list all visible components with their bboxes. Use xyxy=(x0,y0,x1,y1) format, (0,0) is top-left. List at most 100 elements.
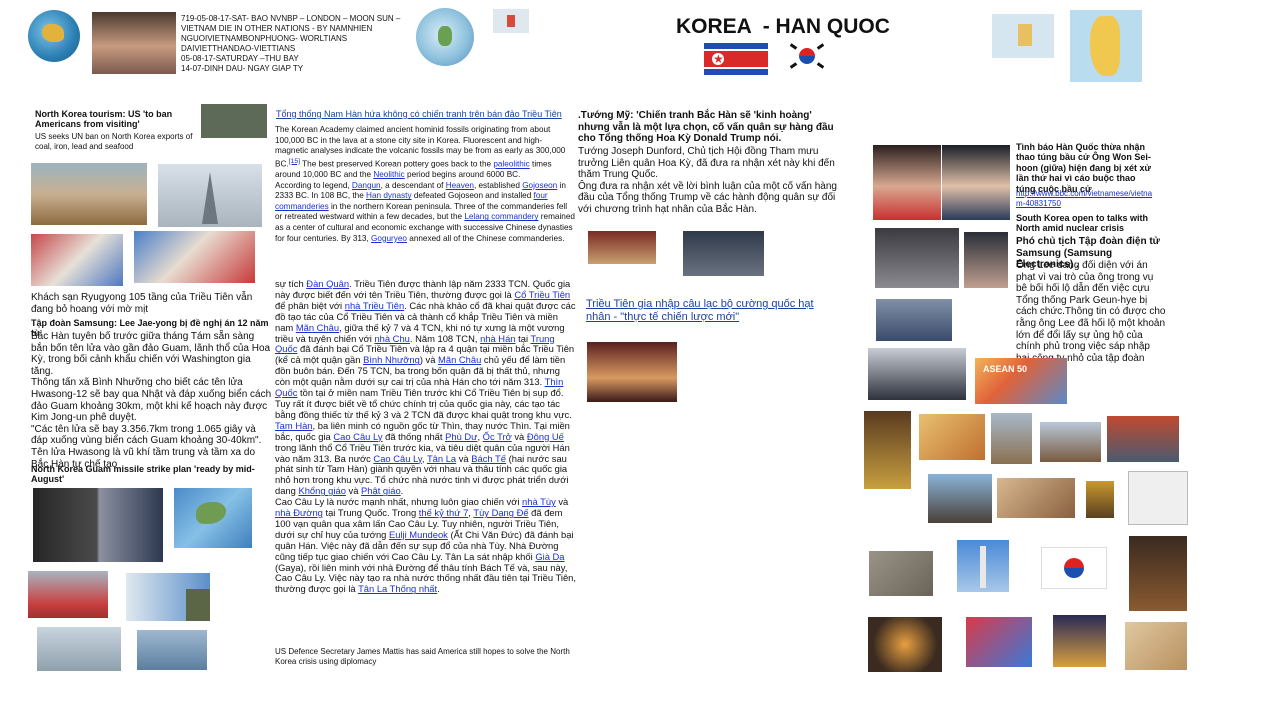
gojoseon-link[interactable]: Gojoseon xyxy=(522,181,557,190)
history-text: để phân biệt với xyxy=(275,299,345,311)
history-text: According to legend, xyxy=(275,180,352,190)
intel-headline: Tình báo Hàn Quốc thừa nhận thao túng bầ… xyxy=(1016,142,1152,194)
north-korea-flag-icon: ★ xyxy=(704,43,768,75)
tuy-dang-de-link[interactable]: Tùy Dạng Đế xyxy=(473,507,528,518)
bach-te-link[interactable]: Bách Tế xyxy=(471,453,506,464)
photo-kim-group xyxy=(201,104,267,138)
history-text: defeated Gojoseon and installed xyxy=(411,191,534,201)
gia-da-link[interactable]: Già Da xyxy=(535,551,564,562)
photo-nk-meeting xyxy=(588,231,656,264)
photo-court xyxy=(876,299,952,341)
meta-line: VIETNAM DIE IN OTHER NATIONS - BY NAMNHI… xyxy=(181,24,373,33)
photo-ryugyong-hotel xyxy=(158,164,262,227)
meta-line: NGUOIVIETNAMBONPHUONG- WORLTIANS xyxy=(181,34,348,43)
gallery-mural xyxy=(997,478,1075,518)
phu-du-link[interactable]: Phù Dư xyxy=(445,431,477,442)
history-text: và xyxy=(555,496,569,508)
photo-oxen-field xyxy=(31,163,147,225)
nha-tuy-link[interactable]: nhà Tùy xyxy=(522,496,556,507)
history-text: . Năm 108 TCN, xyxy=(409,332,481,344)
history-text: annexed all of the Chinese commanderies. xyxy=(407,233,565,243)
globe-logo xyxy=(28,10,80,62)
cao-cau-ly-link[interactable]: Cao Câu Ly xyxy=(373,453,421,464)
photo-carrier xyxy=(137,630,207,670)
goguryeo-link[interactable]: Goguryeo xyxy=(371,234,407,243)
asean-label: ASEAN 50 xyxy=(983,364,1028,374)
oc-tro-link[interactable]: Ốc Trở xyxy=(483,431,512,442)
nk-nuclear-club-link[interactable]: Triều Tiên gia nhập câu lạc bộ cường quố… xyxy=(586,298,836,324)
gallery-city-night xyxy=(1053,615,1106,667)
us-defence-note: US Defence Secretary James Mattis has sa… xyxy=(275,647,570,666)
map-icon xyxy=(507,15,515,27)
man-chau-link[interactable]: Mãn Châu xyxy=(296,322,339,333)
meta-line: DAIVIETTHANDAO-VIETTIANS xyxy=(181,44,296,53)
bbc-link[interactable]: http://www.bbc.com/vietnamese/vietnam-40… xyxy=(1016,189,1156,209)
nha-duong-link[interactable]: nhà Đường xyxy=(275,507,323,518)
missile-para: "Các tên lửa sẽ bay 3.356.7km trong 1.06… xyxy=(31,423,262,447)
dangun-link[interactable]: Dangun xyxy=(352,181,381,190)
photo-soldier xyxy=(186,589,210,621)
history-text: , a descendant of xyxy=(380,180,446,190)
author-photo xyxy=(92,12,176,74)
the-ky-thu-7-link[interactable]: thế kỷ thứ 7 xyxy=(419,507,469,518)
south-korea-flag-icon xyxy=(1041,547,1107,589)
photo-asean-50: ASEAN 50 xyxy=(975,358,1067,404)
khong-giao-link[interactable]: Khổng giáo xyxy=(298,485,345,496)
map-britain xyxy=(1070,10,1142,82)
photo-officials xyxy=(875,228,959,288)
photo-nk-crowd xyxy=(587,342,677,402)
gallery-painting xyxy=(919,414,985,460)
gallery-crown xyxy=(1086,481,1114,518)
photo-lee-jae-yong xyxy=(964,232,1008,288)
vietnamese-history: sự tích Đàn Quân. Triều Tiên được thành … xyxy=(275,278,576,595)
cao-cau-ly-link[interactable]: Cao Câu Ly xyxy=(333,431,382,442)
gallery-relief xyxy=(869,551,933,596)
meta-line: 719-05-08-17-SAT- BAO NVNBP – LONDON – M… xyxy=(181,14,401,23)
nk-tourism-sub: US seeks UN ban on North Korea exports o… xyxy=(35,132,193,151)
gallery-manuscript xyxy=(1125,622,1187,670)
tan-la-link[interactable]: Tân La xyxy=(427,453,456,464)
phat-giao-link[interactable]: Phật giáo xyxy=(361,485,401,496)
globe-korea xyxy=(416,8,474,66)
gallery-portrait xyxy=(1129,536,1187,611)
nha-chu-link[interactable]: nhà Chu xyxy=(374,333,409,344)
nha-trieu-tien-link[interactable]: nhà Triều Tiên xyxy=(345,300,404,311)
tam-han-link[interactable]: Tam Hàn xyxy=(275,420,313,431)
history-text: period begins around 6000 BC. xyxy=(404,170,521,180)
gallery-tower-stone xyxy=(991,413,1032,464)
map-icon xyxy=(1090,16,1120,76)
photo-parade-a xyxy=(31,234,123,286)
photo-aircraft xyxy=(37,627,121,671)
neolithic-link[interactable]: Neolithic xyxy=(373,170,404,179)
photo-suits-group xyxy=(868,348,966,400)
dan-quan-link[interactable]: Đàn Quân xyxy=(306,278,349,289)
photo-dunford xyxy=(683,231,764,276)
photo-kim-trump xyxy=(33,488,163,562)
dong-ue-link[interactable]: Đông Uế xyxy=(527,431,564,442)
sk-talks-headline: South Korea open to talks with North ami… xyxy=(1016,213,1149,234)
heaven-link[interactable]: Heaven xyxy=(446,181,474,190)
man-chau-link[interactable]: Mãn Châu xyxy=(438,354,481,365)
tan-la-thong-nhat-link[interactable]: Tân La Thống nhất xyxy=(358,583,437,594)
nha-han-link[interactable]: nhà Hán xyxy=(480,333,515,344)
guam-headline: North Korea Guam missile strike plan 're… xyxy=(31,464,255,485)
gallery-bibimbap xyxy=(868,617,942,672)
history-text: và xyxy=(345,485,362,497)
photo-moon-jae-in xyxy=(942,145,1010,220)
gallery-dancers xyxy=(966,617,1032,667)
han-dynasty-link[interactable]: Han dynasty xyxy=(366,191,412,200)
eulji-mundeok-link[interactable]: Eulji Mundeok xyxy=(389,529,448,540)
gallery-seoul-tower xyxy=(957,540,1009,592)
co-trieu-tien-link[interactable]: Cổ Triều Tiên xyxy=(514,289,570,300)
history-text: The best preserved Korean pottery goes b… xyxy=(300,159,494,169)
reference-link[interactable]: [15] xyxy=(289,158,300,165)
binh-nhuong-link[interactable]: Bình Nhưỡng xyxy=(363,354,420,365)
gallery-buddha xyxy=(864,411,911,489)
history-text: và xyxy=(456,452,472,464)
photo-crowd-rally xyxy=(28,571,108,618)
history-text: tồn tại ở miền nam Triều Tiên trước khi … xyxy=(275,387,572,420)
sk-president-link[interactable]: Tổng thống Nam Hàn hứa không có chiến tr… xyxy=(276,109,576,119)
lelang-link[interactable]: Lelang commandery xyxy=(464,212,538,221)
paleolithic-link[interactable]: paleolithic xyxy=(493,160,529,169)
history-text: ) và xyxy=(419,354,439,366)
